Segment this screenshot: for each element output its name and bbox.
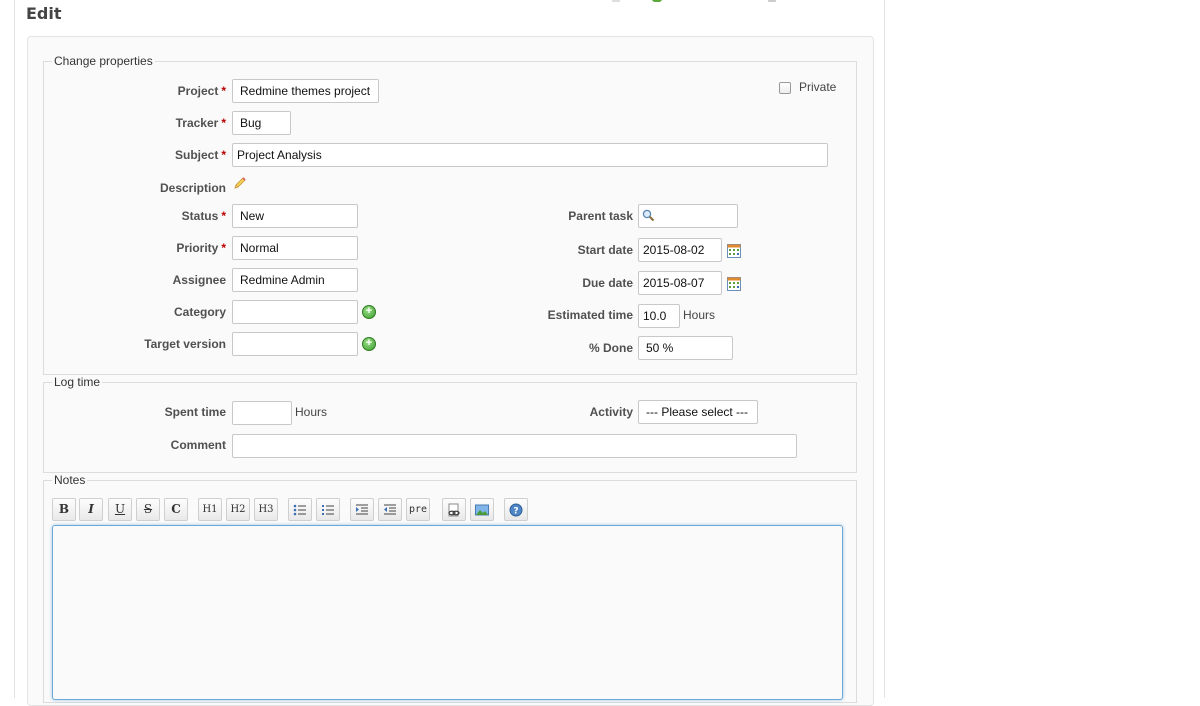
category-label: Category [173, 305, 226, 319]
spent-time-unit: Hours [295, 405, 328, 419]
comment-input[interactable] [232, 434, 797, 458]
done-ratio-select[interactable]: 50 % [638, 336, 733, 360]
due-date-input[interactable]: 2015-08-07 [638, 271, 722, 295]
image-icon [475, 504, 489, 516]
outdent-icon [384, 504, 396, 515]
search-icon [642, 209, 655, 222]
description-label: Description [159, 181, 226, 195]
log-time-legend: Log time [54, 375, 101, 389]
svg-text:?: ? [513, 507, 518, 517]
strikethrough-button[interactable]: S [136, 498, 160, 521]
project-label: Project * [177, 84, 226, 98]
heading2-button[interactable]: H2 [226, 498, 250, 521]
add-category-icon[interactable]: + [362, 305, 376, 319]
notes-textarea[interactable] [52, 525, 843, 700]
comment-label: Comment [170, 438, 226, 452]
target-version-label: Target version [144, 337, 226, 351]
project-select[interactable]: Redmine themes project [232, 79, 379, 103]
notes-legend: Notes [54, 473, 86, 487]
unordered-list-button[interactable] [288, 498, 312, 521]
done-ratio-label: % Done [588, 341, 633, 355]
inline-code-button[interactable]: C [164, 498, 188, 521]
help-icon: ? [509, 503, 523, 517]
status-label: Status * [181, 209, 226, 223]
target-version-select[interactable] [232, 332, 358, 356]
estimated-time-input[interactable]: 10.0 [638, 304, 680, 328]
start-date-input[interactable]: 2015-08-02 [638, 238, 722, 262]
parent-task-label: Parent task [568, 209, 633, 223]
tracker-select[interactable]: Bug [232, 111, 291, 135]
priority-select[interactable]: Normal [232, 236, 358, 260]
estimated-time-label: Estimated time [547, 308, 633, 322]
spent-time-label: Spent time [164, 405, 226, 419]
bullet-list-icon [293, 504, 306, 516]
header-icon-3 [768, 0, 776, 2]
spent-time-input[interactable] [232, 401, 292, 425]
private-label: Private [799, 80, 837, 94]
wiki-link-button[interactable] [442, 498, 466, 521]
change-properties-legend: Change properties [54, 54, 153, 68]
activity-select[interactable]: --- Please select --- [638, 400, 758, 424]
assignee-select[interactable]: Redmine Admin [232, 268, 358, 292]
link-icon [448, 503, 460, 517]
private-checkbox[interactable] [779, 82, 791, 94]
due-date-calendar-icon[interactable] [727, 277, 741, 291]
start-date-label: Start date [577, 243, 633, 257]
quote-button[interactable] [350, 498, 374, 521]
subject-input[interactable]: Project Analysis [232, 143, 828, 167]
edit-pencil-icon[interactable] [233, 176, 247, 190]
help-button[interactable]: ? [504, 498, 528, 521]
activity-label: Activity [589, 405, 633, 419]
status-select[interactable]: New [232, 204, 358, 228]
priority-label: Priority * [176, 241, 226, 255]
header-icon-1 [612, 0, 620, 2]
start-date-calendar-icon[interactable] [727, 244, 741, 258]
assignee-label: Assignee [172, 273, 226, 287]
due-date-label: Due date [582, 276, 633, 290]
wiki-toolbar: B I U S C H1 H2 H3 pre ? [52, 498, 552, 522]
ordered-list-button[interactable] [316, 498, 340, 521]
estimated-time-unit: Hours [683, 308, 716, 322]
unquote-button[interactable] [378, 498, 402, 521]
subject-label: Subject * [174, 148, 226, 162]
heading3-button[interactable]: H3 [254, 498, 278, 521]
tracker-label: Tracker * [175, 116, 226, 130]
log-time-fieldset: Log time [43, 375, 857, 473]
add-version-icon[interactable]: + [362, 337, 376, 351]
image-button[interactable] [470, 498, 494, 521]
heading1-button[interactable]: H1 [198, 498, 222, 521]
underline-button[interactable]: U [108, 498, 132, 521]
category-select[interactable] [232, 300, 358, 324]
bold-button[interactable]: B [52, 498, 76, 521]
page-title: Edit [26, 4, 62, 23]
italic-button[interactable]: I [79, 498, 103, 521]
numbered-list-icon [322, 505, 334, 515]
indent-icon [356, 504, 368, 515]
preformatted-button[interactable]: pre [406, 498, 430, 521]
